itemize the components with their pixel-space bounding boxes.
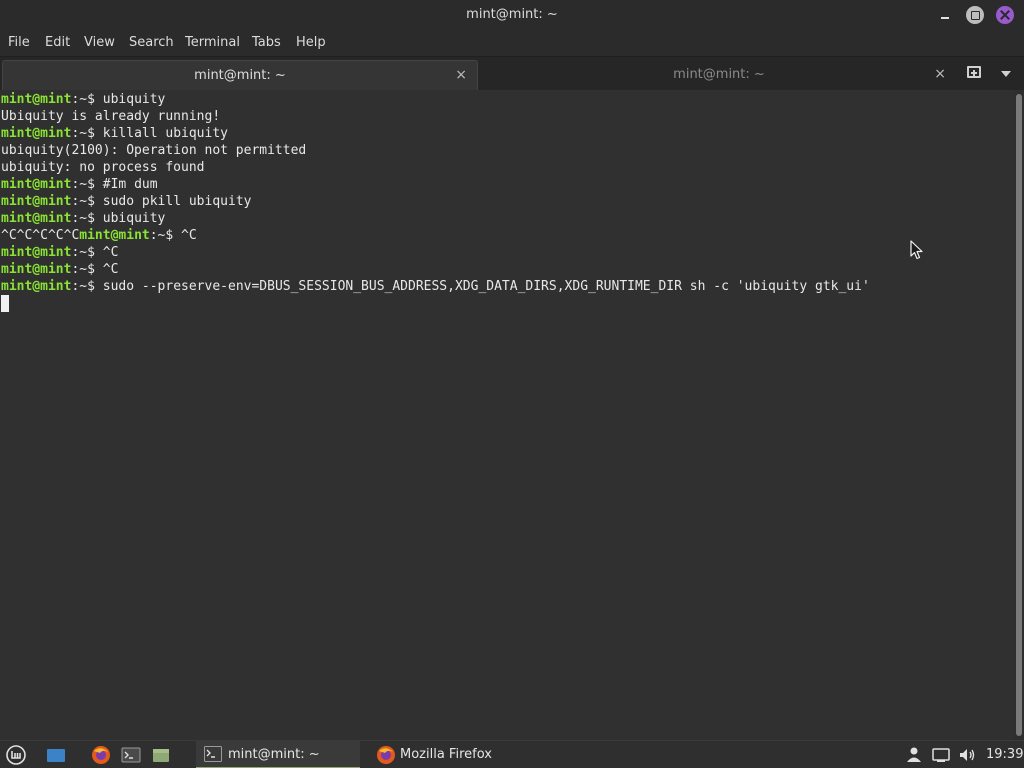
- volume-icon[interactable]: [957, 745, 977, 765]
- terminal-text: Ubiquity is already running!: [1, 109, 221, 124]
- mint-menu-icon[interactable]: [6, 745, 26, 765]
- window-titlebar[interactable]: mint@mint: ~: [0, 0, 1024, 30]
- menu-bar: File Edit View Search Terminal Tabs Help: [0, 30, 1024, 56]
- firefox-launcher-icon[interactable]: [91, 745, 111, 765]
- terminal-scrollbar[interactable]: [1014, 90, 1024, 740]
- scrollbar-thumb[interactable]: [1016, 94, 1022, 736]
- terminal-text: ubiquity: [102, 92, 166, 107]
- terminal-prompt-separator: :~$: [71, 211, 103, 226]
- terminal-line: mint@mint:~$ ubiquity: [1, 210, 165, 227]
- menu-edit[interactable]: Edit: [45, 35, 70, 50]
- terminal-prompt-separator: :~$: [71, 92, 103, 107]
- terminal-prompt: mint@mint: [1, 279, 72, 294]
- terminal-line: mint@mint:~$ #Im dum: [1, 176, 158, 193]
- clock[interactable]: 19:39: [986, 747, 1023, 762]
- menu-tabs[interactable]: Tabs: [252, 35, 281, 50]
- terminal-prompt-separator: :~$: [71, 194, 103, 209]
- taskbar-task-firefox[interactable]: Mozilla Firefox: [370, 741, 530, 768]
- terminal-text: ^C: [102, 245, 119, 260]
- taskbar-task-terminal[interactable]: mint@mint: ~: [196, 741, 360, 768]
- tab-close-icon[interactable]: ×: [455, 67, 467, 83]
- menu-view[interactable]: View: [84, 35, 115, 50]
- terminal-prompt: mint@mint: [1, 194, 72, 209]
- terminal-line: mint@mint:~$ ^C: [1, 261, 118, 278]
- terminal-icon: [204, 746, 222, 762]
- terminal-text: #Im dum: [102, 177, 158, 192]
- task-label: Mozilla Firefox: [400, 747, 492, 762]
- user-icon[interactable]: [905, 745, 923, 765]
- terminal-prompt-separator: :~$: [71, 262, 103, 277]
- tab-label: mint@mint: ~: [194, 68, 286, 83]
- menu-terminal[interactable]: Terminal: [185, 35, 240, 50]
- terminal-text: sudo --preserve-env=DBUS_SESSION_BUS_ADD…: [102, 279, 870, 294]
- chevron-down-icon[interactable]: [1001, 71, 1011, 77]
- terminal-text: ubiquity(2100): Operation not permitted: [1, 143, 307, 158]
- terminal-line: mint@mint:~$ sudo pkill ubiquity: [1, 193, 251, 210]
- tab-terminal-1[interactable]: mint@mint: ~ ×: [2, 60, 478, 90]
- firefox-icon: [377, 746, 395, 764]
- terminal-output[interactable]: mint@mint:~$ ubiquity Ubiquity is already…: [0, 90, 1014, 740]
- terminal-prompt: mint@mint: [1, 126, 72, 141]
- terminal-text: ubiquity: no process found: [1, 160, 205, 175]
- terminal-line: ubiquity(2100): Operation not permitted: [1, 142, 306, 159]
- terminal-line: ubiquity: no process found: [1, 159, 205, 176]
- terminal-text: killall ubiquity: [102, 126, 228, 141]
- terminal-prompt-separator: :~$: [71, 126, 103, 141]
- terminal-launcher-icon[interactable]: [121, 745, 141, 765]
- tab-bar: mint@mint: ~ × mint@mint: ~ ×: [0, 56, 1024, 90]
- tab-terminal-2[interactable]: mint@mint: ~ ×: [482, 60, 956, 90]
- show-desktop-icon[interactable]: [46, 745, 66, 765]
- terminal-prompt: mint@mint: [1, 92, 72, 107]
- terminal-prompt-separator: :~$: [71, 245, 103, 260]
- new-tab-icon[interactable]: [967, 66, 981, 78]
- terminal-pre-text: ^C^C^C^C^C: [1, 228, 80, 243]
- terminal-prompt-separator: :~$: [149, 228, 182, 243]
- terminal-line: Ubiquity is already running!: [1, 108, 220, 125]
- minimize-button[interactable]: [936, 6, 954, 24]
- terminal-prompt: mint@mint: [1, 262, 72, 277]
- files-launcher-icon[interactable]: [151, 745, 171, 765]
- tab-close-icon[interactable]: ×: [934, 66, 946, 82]
- terminal-line: mint@mint:~$ sudo --preserve-env=DBUS_SE…: [1, 278, 870, 295]
- task-label: mint@mint: ~: [228, 747, 320, 762]
- terminal-text: sudo pkill ubiquity: [102, 194, 252, 209]
- terminal-prompt-separator: :~$: [71, 279, 103, 294]
- terminal-prompt: mint@mint: [1, 177, 72, 192]
- menu-file[interactable]: File: [8, 35, 30, 50]
- text-cursor: [1, 295, 9, 312]
- menu-help[interactable]: Help: [296, 35, 326, 50]
- terminal-prompt-separator: :~$: [71, 177, 103, 192]
- mouse-pointer-icon: [910, 240, 923, 260]
- terminal-prompt: mint@mint: [1, 245, 72, 260]
- taskbar: mint@mint: ~ Mozilla Firefox 19:39: [0, 740, 1024, 768]
- terminal-line: mint@mint:~$ ubiquity: [1, 91, 165, 108]
- window-title: mint@mint: ~: [466, 7, 558, 22]
- terminal-line: mint@mint:~$ killall ubiquity: [1, 125, 228, 142]
- terminal-text: ubiquity: [102, 211, 166, 226]
- terminal-prompt: mint@mint: [1, 211, 72, 226]
- terminal-prompt: mint@mint: [79, 228, 150, 243]
- tab-label: mint@mint: ~: [673, 67, 765, 82]
- menu-search[interactable]: Search: [129, 35, 174, 50]
- terminal-line: mint@mint:~$ ^C: [1, 244, 118, 261]
- maximize-button[interactable]: [966, 6, 984, 24]
- terminal-text: ^C: [181, 228, 197, 243]
- terminal-text: ^C: [102, 262, 119, 277]
- close-button[interactable]: [996, 6, 1014, 24]
- terminal-line: ^C^C^C^C^Cmint@mint:~$ ^C: [1, 227, 197, 244]
- keyboard-layout-icon[interactable]: [931, 745, 951, 765]
